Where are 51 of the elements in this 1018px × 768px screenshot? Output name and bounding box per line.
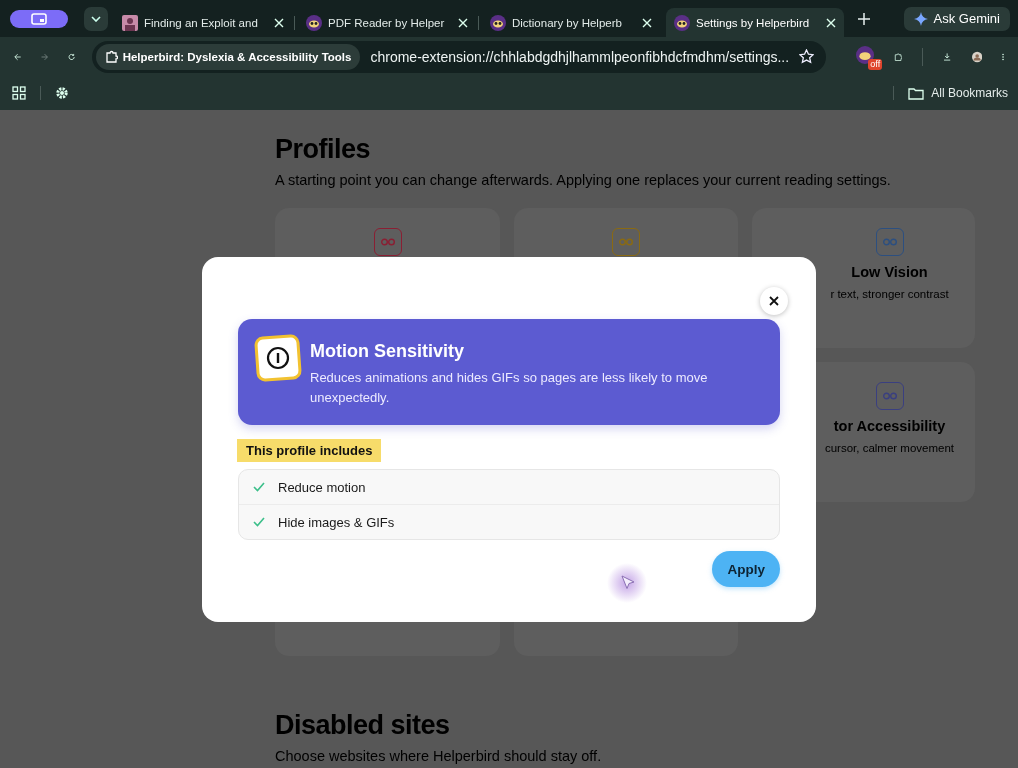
- browser-tab[interactable]: PDF Reader by Helper: [298, 8, 476, 37]
- tab-title: Finding an Exploit and: [144, 16, 259, 29]
- feature-label: Reduce motion: [278, 479, 366, 495]
- card-title: tor Accessibility: [833, 418, 946, 434]
- browser-tab[interactable]: Settings by Helperbird: [666, 8, 844, 37]
- address-bar[interactable]: Helperbird: Dyslexia & Accessibility Tools chrome-extension://chhlabdgdhjlhammlpeonfibhdcfmdhm/settings...: [91, 40, 827, 73]
- chevron-down-icon: [91, 15, 101, 22]
- includes-label: This profile includes: [237, 439, 382, 462]
- tab-search-button[interactable]: [84, 6, 108, 31]
- thumbnail-icon: [122, 14, 138, 31]
- close-icon[interactable]: [458, 17, 468, 28]
- bird-icon: [306, 14, 322, 31]
- close-button[interactable]: [760, 287, 788, 315]
- site-chip[interactable]: Helperbird: Dyslexia & Accessibility Tools: [95, 43, 361, 70]
- browser-tab[interactable]: Finding an Exploit and: [114, 8, 292, 37]
- cursor-icon: [607, 563, 647, 603]
- card-title: Low Vision: [851, 264, 928, 280]
- settings-icon[interactable]: [55, 86, 69, 100]
- section-heading: Disabled sites: [275, 710, 451, 741]
- apps-grid-icon[interactable]: [12, 86, 26, 100]
- ask-gemini-button[interactable]: Ask Gemini: [903, 6, 1010, 31]
- profile-description: Reduces animations and hides GIFs so pages are less likely to move unexpectedly.: [310, 369, 709, 407]
- tab-title: Settings by Helperbird: [696, 16, 811, 29]
- star-icon[interactable]: [799, 49, 815, 64]
- section-heading: Profiles: [275, 134, 372, 165]
- close-icon[interactable]: [642, 17, 652, 28]
- all-bookmarks-button[interactable]: All Bookmarks: [908, 86, 1008, 100]
- profile-title: Motion Sensitivity: [310, 341, 465, 362]
- close-icon[interactable]: [826, 17, 836, 28]
- puzzle-icon: [104, 50, 118, 63]
- screen-icon: [31, 12, 47, 25]
- bird-icon: [674, 14, 690, 31]
- tab-title: PDF Reader by Helper: [328, 16, 446, 29]
- card-description: cursor, calmer movement: [824, 442, 955, 454]
- close-icon[interactable]: [274, 17, 284, 28]
- tab-group-button[interactable]: [10, 9, 68, 28]
- new-tab-icon[interactable]: [858, 12, 870, 25]
- url-text: chrome-extension://chhlabdgdhjlhammlpeonfibhdcfmdhm/settings...: [370, 48, 790, 65]
- apply-button[interactable]: Apply: [712, 551, 780, 587]
- close-icon: [769, 296, 779, 306]
- bird-icon: [490, 14, 506, 31]
- off-badge: off: [868, 58, 883, 70]
- section-description: A starting point you can change afterwards. Applying one replaces your current reading settings.: [275, 172, 892, 188]
- section-description: Choose websites where Helperbird should stay off.: [275, 748, 603, 764]
- card-description: r text, stronger contrast: [830, 288, 949, 300]
- folder-icon: [908, 86, 925, 100]
- power-icon: [254, 334, 302, 382]
- tab-title: Dictionary by Helperb: [512, 16, 623, 29]
- sparkle-icon: [913, 11, 928, 26]
- feature-label: Hide images & GIFs: [278, 514, 395, 530]
- browser-tab[interactable]: Dictionary by Helperb: [482, 8, 660, 37]
